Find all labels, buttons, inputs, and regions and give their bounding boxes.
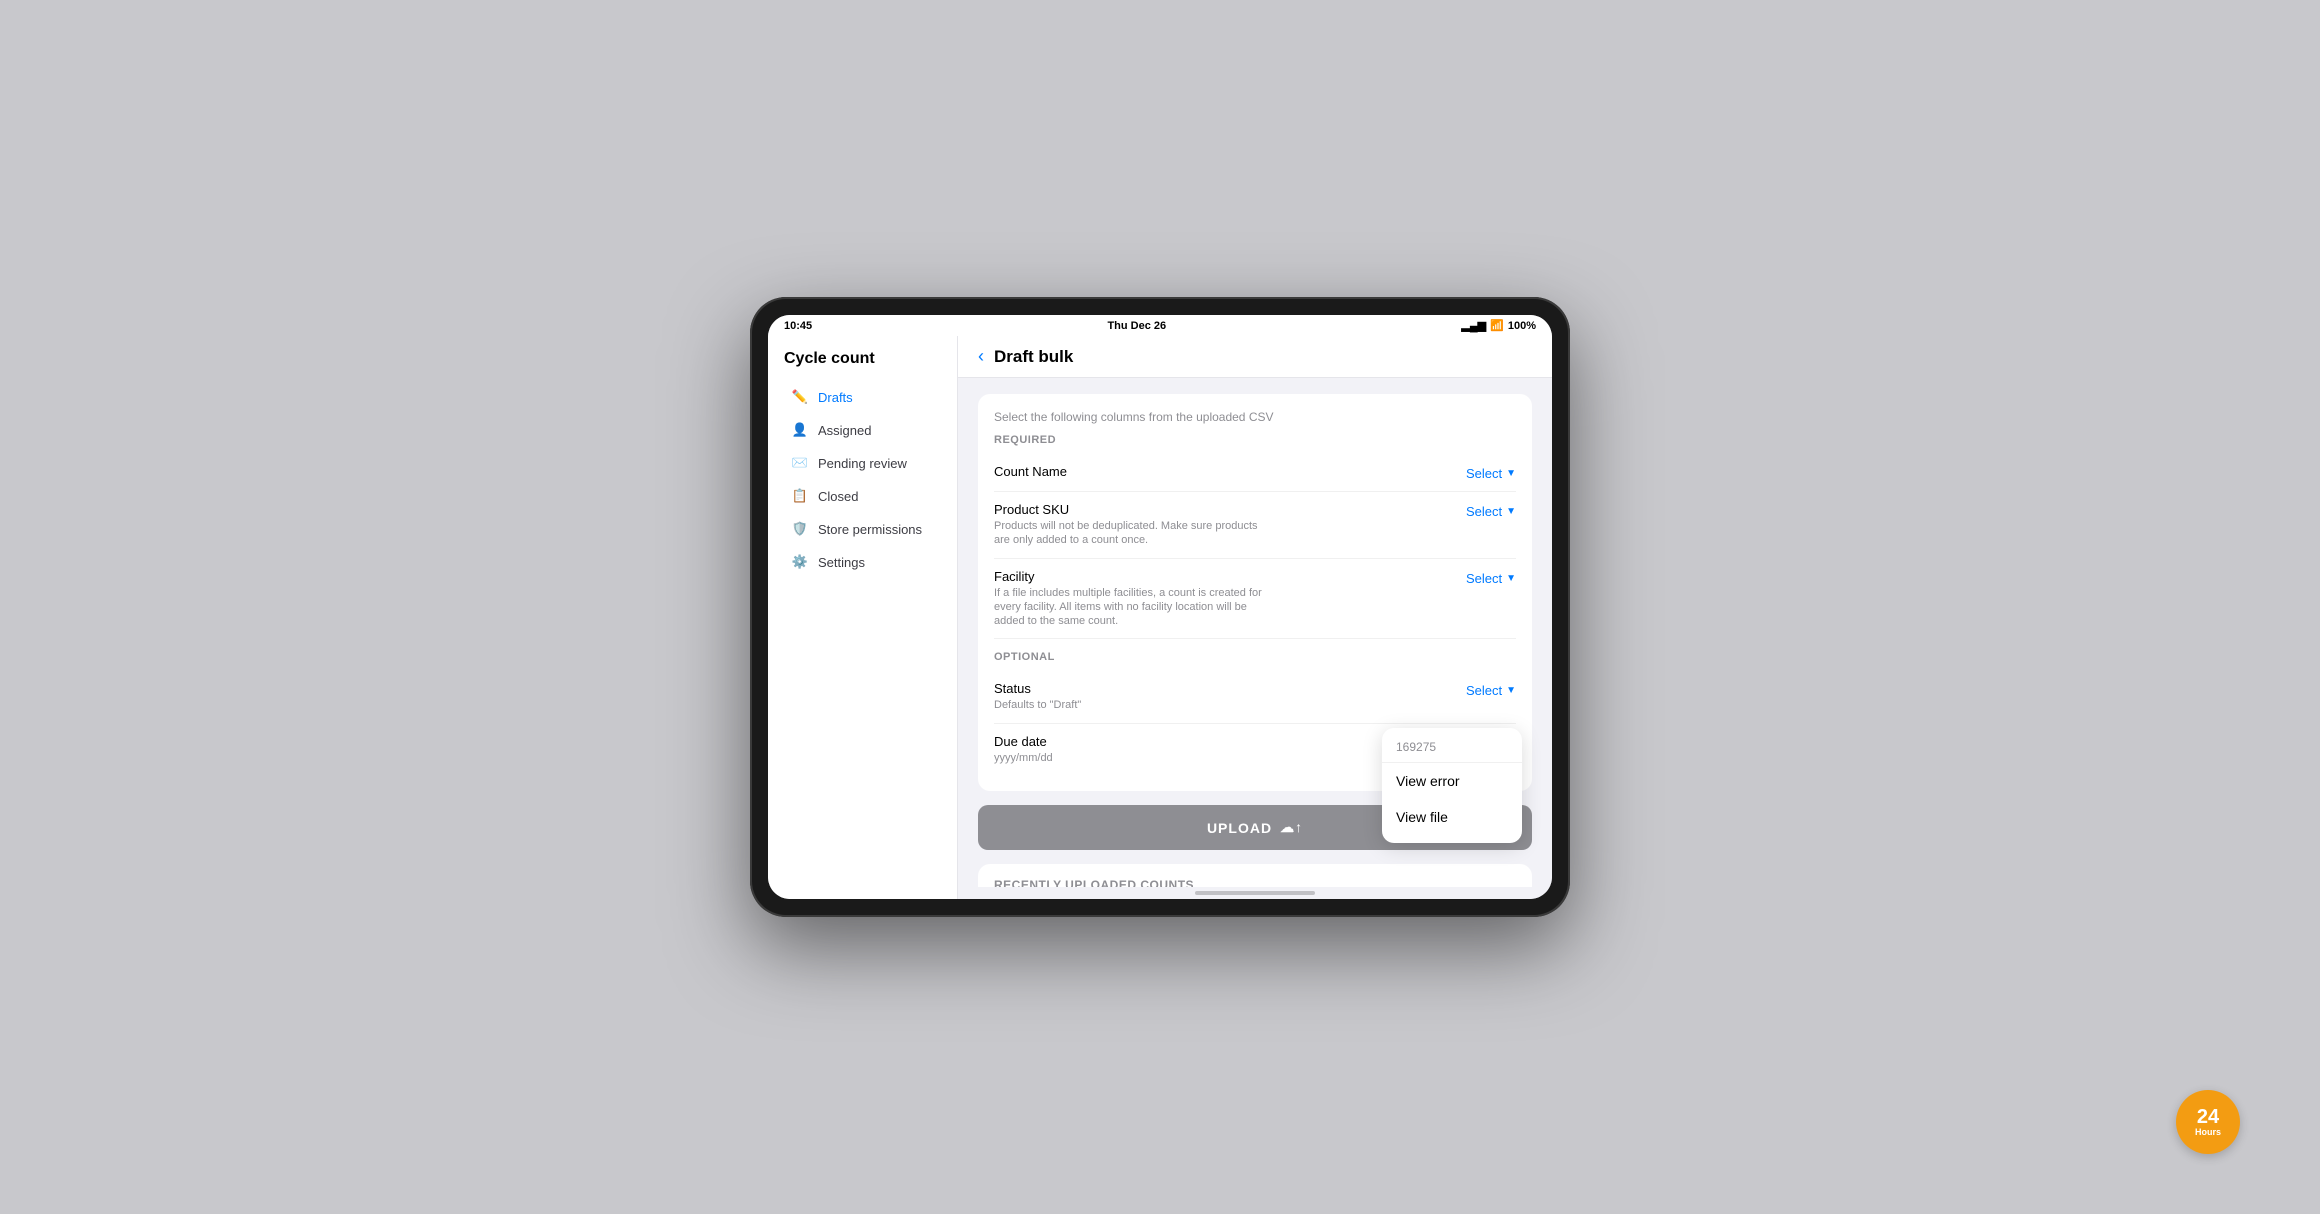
signal-icon: ▂▄▆ xyxy=(1461,319,1486,332)
wifi-icon: 📶 xyxy=(1490,319,1504,332)
dropdown-popup-id: 169275 xyxy=(1382,736,1522,763)
sidebar: Cycle count ✏️ Drafts 👤 Assigned ✉️ Pend… xyxy=(768,336,958,899)
sidebar-item-assigned[interactable]: 👤 Assigned xyxy=(776,414,949,446)
back-button[interactable]: ‹ xyxy=(978,346,984,367)
field-desc-due-date: yyyy/mm/dd xyxy=(994,751,1274,765)
field-name-facility: Facility xyxy=(994,569,1466,584)
sidebar-item-pending-review[interactable]: ✉️ Pending review xyxy=(776,447,949,479)
settings-icon: ⚙️ xyxy=(792,554,808,570)
assigned-icon: 👤 xyxy=(792,422,808,438)
upload-icon: ☁↑ xyxy=(1280,819,1303,836)
drafts-icon: ✏️ xyxy=(792,389,808,405)
field-row-product-sku: Product SKU Products will not be dedupli… xyxy=(994,492,1516,559)
dropdown-view-error[interactable]: View error xyxy=(1382,763,1522,799)
sidebar-item-label-settings: Settings xyxy=(818,555,865,570)
recently-title: Recently uploaded counts xyxy=(994,878,1516,887)
select-facility-label: Select xyxy=(1466,571,1502,586)
field-row-status: Status Defaults to "Draft" Select ▼ xyxy=(994,671,1516,723)
select-count-name-label: Select xyxy=(1466,466,1502,481)
store-permissions-icon: 🛡️ xyxy=(792,521,808,537)
select-status-label: Select xyxy=(1466,683,1502,698)
chevron-down-icon-facility: ▼ xyxy=(1506,573,1516,584)
sidebar-title: Cycle count xyxy=(768,350,957,380)
chevron-down-icon: ▼ xyxy=(1506,468,1516,479)
closed-icon: 📋 xyxy=(792,488,808,504)
field-info-product-sku: Product SKU Products will not be dedupli… xyxy=(994,502,1466,548)
field-desc-status: Defaults to "Draft" xyxy=(994,698,1274,712)
timer-badge: 24 Hours xyxy=(2176,1090,2240,1154)
sidebar-item-label-assigned: Assigned xyxy=(818,423,871,438)
main-content: ‹ Draft bulk Select the following column… xyxy=(958,336,1552,899)
sidebar-item-closed[interactable]: 📋 Closed xyxy=(776,480,949,512)
home-indicator xyxy=(1195,891,1315,895)
sidebar-item-label-closed: Closed xyxy=(818,489,858,504)
status-bar: 10:45 Thu Dec 26 ▂▄▆ 📶 100% xyxy=(768,315,1552,336)
field-row-facility: Facility If a file includes multiple fac… xyxy=(994,559,1516,640)
field-desc-facility: If a file includes multiple facilities, … xyxy=(994,586,1274,629)
sidebar-item-settings[interactable]: ⚙️ Settings xyxy=(776,546,949,578)
select-product-sku[interactable]: Select ▼ xyxy=(1466,502,1516,519)
recently-section: Recently uploaded counts 169275 Midtown_… xyxy=(978,864,1532,887)
status-date: Thu Dec 26 xyxy=(1107,320,1166,332)
pending-review-icon: ✉️ xyxy=(792,455,808,471)
battery-status: 100% xyxy=(1508,320,1536,332)
select-status[interactable]: Select ▼ xyxy=(1466,681,1516,698)
field-row-count-name: Count Name Select ▼ xyxy=(994,454,1516,492)
required-label: Required xyxy=(994,434,1516,446)
select-facility[interactable]: Select ▼ xyxy=(1466,569,1516,586)
field-info-count-name: Count Name xyxy=(994,464,1466,479)
csv-subtitle: Select the following columns from the up… xyxy=(994,410,1516,424)
content-scroll[interactable]: Select the following columns from the up… xyxy=(958,378,1552,887)
select-product-sku-label: Select xyxy=(1466,504,1502,519)
status-time: 10:45 xyxy=(784,320,812,332)
sidebar-item-drafts[interactable]: ✏️ Drafts xyxy=(776,381,949,413)
field-info-status: Status Defaults to "Draft" xyxy=(994,681,1466,712)
field-desc-product-sku: Products will not be deduplicated. Make … xyxy=(994,519,1274,548)
optional-label: Optional xyxy=(994,651,1516,663)
sidebar-item-label-store-permissions: Store permissions xyxy=(818,522,922,537)
sidebar-item-store-permissions[interactable]: 🛡️ Store permissions xyxy=(776,513,949,545)
chevron-down-icon-status: ▼ xyxy=(1506,685,1516,696)
status-bar-right: ▂▄▆ 📶 100% xyxy=(1461,319,1536,332)
field-name-product-sku: Product SKU xyxy=(994,502,1466,517)
dropdown-view-file[interactable]: View file xyxy=(1382,799,1522,835)
page-title: Draft bulk xyxy=(994,347,1073,367)
field-name-count-name: Count Name xyxy=(994,464,1466,479)
upload-label: UPLOAD xyxy=(1207,820,1272,836)
main-header: ‹ Draft bulk xyxy=(958,336,1552,378)
dropdown-popup: 169275 View error View file xyxy=(1382,728,1522,843)
sidebar-item-label-pending-review: Pending review xyxy=(818,456,907,471)
sidebar-item-label-drafts: Drafts xyxy=(818,390,853,405)
timer-label: Hours xyxy=(2195,1127,2221,1137)
chevron-down-icon-sku: ▼ xyxy=(1506,506,1516,517)
field-info-facility: Facility If a file includes multiple fac… xyxy=(994,569,1466,629)
select-count-name[interactable]: Select ▼ xyxy=(1466,464,1516,481)
timer-number: 24 xyxy=(2197,1107,2219,1127)
field-name-status: Status xyxy=(994,681,1466,696)
